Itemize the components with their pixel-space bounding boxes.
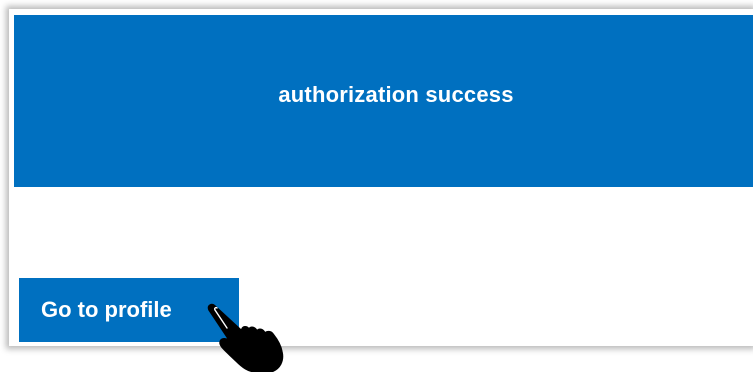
pointing-hand-cursor-icon <box>207 303 284 372</box>
authorization-card: authorization success Go to profile <box>9 9 753 346</box>
banner-title: authorization success <box>278 82 514 107</box>
success-banner: authorization success <box>14 15 753 187</box>
screen: authorization success Go to profile <box>0 0 753 372</box>
